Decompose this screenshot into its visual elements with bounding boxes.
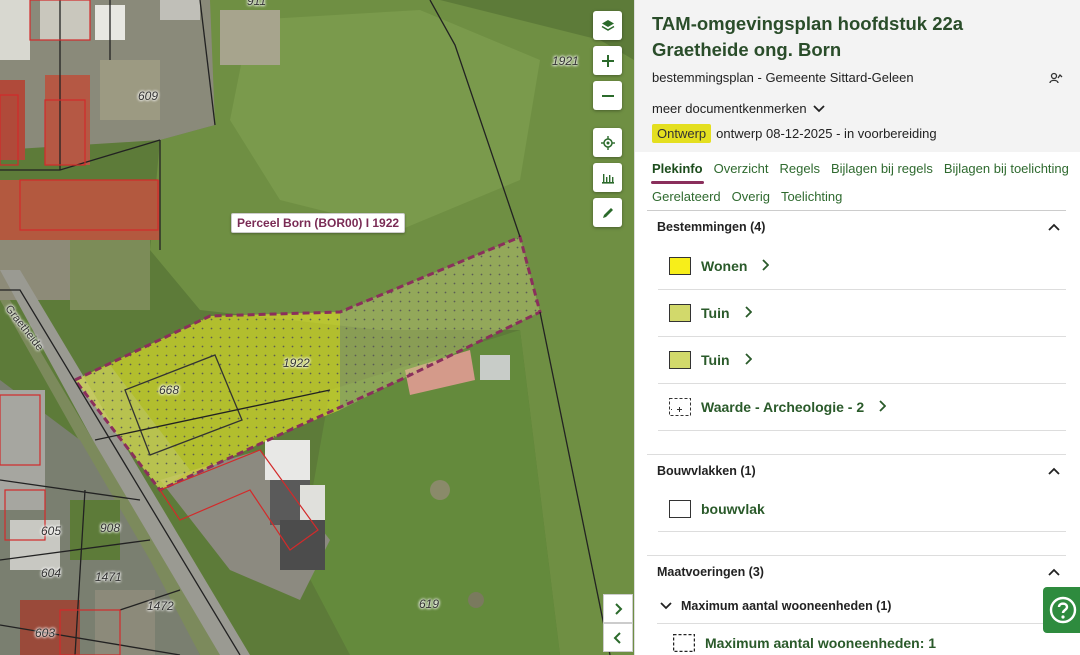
zoom-out-icon (601, 94, 614, 97)
bestemmingen-title: Bestemmingen (4) (657, 220, 766, 234)
parcel-label: 609 (138, 89, 159, 103)
info-panel: TAM-omgevingsplan hoofdstuk 22a Graethei… (634, 0, 1080, 655)
bestemming-item-tuin[interactable]: Tuin (658, 337, 1066, 384)
meer-documentkenmerken-label: meer documentkenmerken (652, 101, 807, 116)
chevron-down-icon (660, 601, 672, 609)
bestemmingen-header[interactable]: Bestemmingen (4) (647, 210, 1066, 243)
bestemming-item-archeologie[interactable]: Waarde - Archeologie - 2 (658, 384, 1066, 431)
bestemming-label: Tuin (701, 352, 730, 368)
tab-bar: Plekinfo Overzicht Regels Bijlagen bij r… (635, 154, 1080, 210)
measure-button[interactable] (593, 163, 622, 192)
tuin-swatch (669, 304, 691, 322)
maatvoeringen-title: Maatvoeringen (3) (657, 565, 764, 579)
plan-subtitle-row: bestemmingsplan - Gemeente Sittard-Gelee… (652, 70, 1063, 85)
status-badge: Ontwerp (652, 124, 712, 143)
parcel-label: 604 (41, 566, 62, 580)
bestemming-label: Tuin (701, 305, 730, 321)
archeologie-swatch (669, 398, 691, 416)
parcel-label: 605 (41, 524, 62, 538)
wonen-swatch (669, 257, 691, 275)
bouwvlakken-title: Bouwvlakken (1) (657, 464, 756, 478)
parcel-label: 1472 (147, 599, 174, 613)
plan-subtitle: bestemmingsplan - Gemeente Sittard-Gelee… (652, 70, 914, 85)
locate-button[interactable] (593, 128, 622, 157)
status-row: Ontwerp ontwerp 08-12-2025 - in voorbere… (652, 124, 1063, 143)
zoom-in-icon (601, 54, 614, 67)
bestemming-item-tuin[interactable]: Tuin (658, 290, 1066, 337)
chevron-up-icon (1048, 568, 1060, 576)
locate-icon (600, 135, 615, 150)
parcel-label: 908 (100, 521, 121, 535)
tab-overig[interactable]: Overig (732, 189, 770, 204)
chevron-down-icon (813, 104, 825, 112)
bouwvlak-swatch (669, 500, 691, 518)
zoom-out-button[interactable] (593, 81, 622, 110)
chevron-left-icon (613, 631, 621, 644)
maximum-wooneenheden-title: Maximum aantal wooneenheden (1) (681, 598, 892, 613)
chevron-up-icon (1048, 467, 1060, 475)
tab-plekinfo[interactable]: Plekinfo (651, 161, 704, 184)
bestemming-label: Waarde - Archeologie - 2 (701, 399, 865, 415)
app: 911 1921 609 1922 668 605 908 604 1471 1… (0, 0, 1080, 655)
bouwvlakken-header[interactable]: Bouwvlakken (1) (647, 454, 1066, 487)
bestemmingen-list: Wonen Tuin Tuin Waarde - Archeologie - 2 (658, 243, 1066, 431)
chevron-up-icon (1048, 223, 1060, 231)
bestemming-item-wonen[interactable]: Wonen (658, 243, 1066, 290)
parcel-label: 1921 (552, 54, 579, 68)
panel-expand-button[interactable] (603, 594, 633, 623)
maatvoering-swatch (673, 634, 695, 652)
chevron-right-icon (761, 258, 770, 274)
parcel-label: 619 (419, 597, 440, 611)
tab-bijlagen-bij-toelichting[interactable]: Bijlagen bij toelichting (944, 161, 1069, 176)
bouwvlak-label: bouwvlak (701, 501, 765, 517)
map-view[interactable]: 911 1921 609 1922 668 605 908 604 1471 1… (0, 0, 634, 655)
measure-icon (601, 173, 614, 184)
tab-regels[interactable]: Regels (779, 161, 819, 176)
layers-icon (601, 19, 614, 31)
chevron-right-icon (744, 352, 752, 368)
draw-icon (602, 207, 613, 218)
chevron-right-icon (878, 399, 887, 415)
maximum-wooneenheden-header[interactable]: Maximum aantal wooneenheden (1) (657, 588, 1066, 624)
maximum-wooneenheden-label: Maximum aantal wooneenheden: 1 (705, 635, 937, 651)
tab-toelichting[interactable]: Toelichting (781, 189, 842, 204)
share-plan-icon[interactable] (1049, 71, 1063, 85)
bestemming-label: Wonen (701, 258, 748, 274)
status-text: ontwerp 08-12-2025 - in voorbereiding (716, 126, 937, 141)
zoom-in-button[interactable] (593, 46, 622, 75)
chevron-right-icon (615, 602, 623, 615)
aerial-map[interactable] (0, 0, 634, 655)
parcel-label: 1922 (283, 356, 310, 370)
tab-overzicht[interactable]: Overzicht (714, 161, 769, 176)
parcel-label: 1471 (95, 570, 122, 584)
chevron-right-icon (744, 305, 752, 321)
maximum-wooneenheden-item[interactable]: Maximum aantal wooneenheden: 1 (647, 624, 1066, 655)
help-button[interactable] (1043, 587, 1080, 633)
tab-bijlagen-bij-regels[interactable]: Bijlagen bij regels (831, 161, 933, 176)
tuin-swatch (669, 351, 691, 369)
tab-gerelateerd[interactable]: Gerelateerd (652, 189, 721, 204)
maatvoeringen-header[interactable]: Maatvoeringen (3) (647, 555, 1066, 588)
plekinfo-content: Bestemmingen (4) Wonen Tuin Tuin Waarde … (635, 210, 1080, 655)
draw-button[interactable] (593, 198, 622, 227)
layers-button[interactable] (593, 11, 622, 40)
parcel-label: 603 (35, 626, 56, 640)
parcel-tooltip: Perceel Born (BOR00) I 1922 (231, 213, 406, 233)
bouwvlakken-list: bouwvlak (658, 487, 1066, 532)
bouwvlak-item[interactable]: bouwvlak (658, 487, 1066, 532)
plan-title: TAM-omgevingsplan hoofdstuk 22a Graethei… (652, 13, 964, 60)
parcel-label: 911 (247, 0, 267, 8)
plan-header: TAM-omgevingsplan hoofdstuk 22a Graethei… (635, 0, 1080, 152)
help-icon (1049, 596, 1077, 624)
panel-collapse-button[interactable] (603, 623, 633, 652)
meer-documentkenmerken-toggle[interactable]: meer documentkenmerken (652, 101, 1063, 116)
parcel-label: 668 (159, 383, 180, 397)
